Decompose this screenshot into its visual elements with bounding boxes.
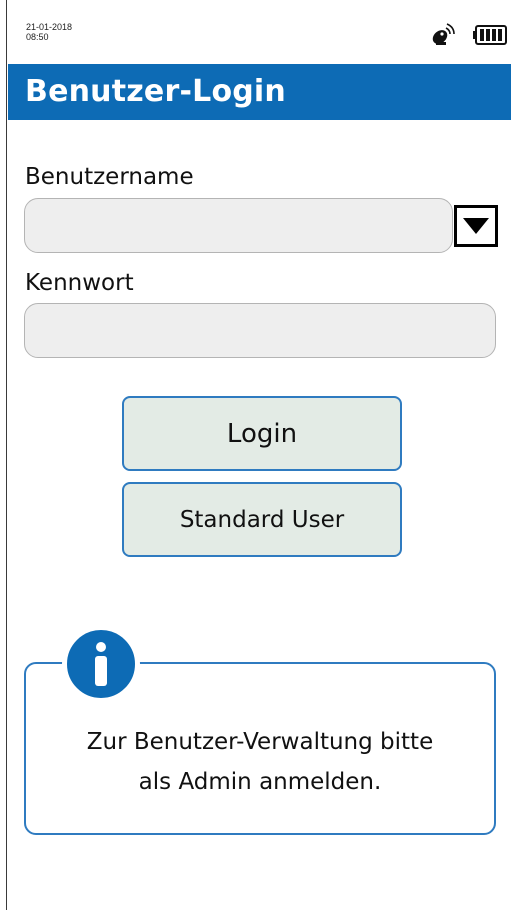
battery-full-icon [473, 25, 507, 45]
standard-user-button-label: Standard User [179, 506, 345, 533]
status-datetime: 21-01-2018 08:50 [26, 22, 72, 42]
password-label: Kennwort [25, 270, 134, 296]
username-label: Benutzername [25, 164, 194, 190]
info-message-line2: als Admin anmelden. [138, 769, 382, 795]
username-dropdown-button[interactable] [454, 205, 498, 247]
satellite-dish-icon [432, 23, 455, 45]
window-frame-left [0, 0, 7, 910]
info-icon [62, 625, 140, 703]
triangle-down-icon [463, 218, 489, 234]
status-bar: 21-01-2018 08:50 [8, 0, 511, 64]
password-field[interactable] [24, 303, 496, 358]
info-message-line1: Zur Benutzer-Verwaltung bitte [86, 729, 434, 755]
login-button-label: Login [226, 418, 298, 449]
title-bar: Benutzer-Login [8, 64, 511, 120]
standard-user-button[interactable]: Standard User [122, 482, 402, 557]
username-field[interactable] [24, 198, 453, 253]
page-title: Benutzer-Login [25, 74, 286, 109]
login-button[interactable]: Login [122, 396, 402, 471]
status-time: 08:50 [26, 32, 49, 42]
status-date: 21-01-2018 [26, 22, 73, 32]
info-message: Zur Benutzer-Verwaltung bitte als Admin … [24, 722, 496, 802]
